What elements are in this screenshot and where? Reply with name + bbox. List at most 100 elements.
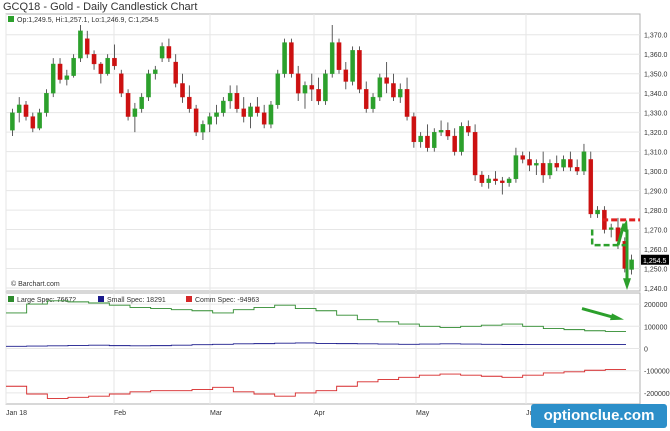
cot-legend-swatch — [8, 296, 14, 302]
candle-body — [241, 108, 247, 117]
candle-body — [581, 151, 587, 172]
watermark-badge: optionclue.com — [531, 404, 667, 428]
cot-legend-label: Comm Spec: -94963 — [195, 297, 259, 304]
candle-body — [336, 42, 342, 70]
cot-legend-swatch — [98, 296, 104, 302]
price-tick-label: 1,260.0 — [644, 247, 667, 254]
candle-body — [309, 85, 315, 90]
candle-body — [561, 159, 566, 168]
x-tick-label: Feb — [114, 410, 126, 417]
cot-tick-label: 200000 — [644, 302, 667, 309]
candle-body — [207, 116, 212, 125]
candle-body — [302, 85, 308, 94]
candle-body — [343, 69, 349, 82]
cot-legend-swatch — [186, 296, 192, 302]
price-tick-label: 1,300.0 — [644, 169, 667, 176]
price-tick-label: 1,360.0 — [644, 52, 667, 59]
candle-body — [214, 112, 219, 117]
candle-body — [540, 163, 546, 176]
candle-body — [608, 227, 614, 230]
cot-tick-label: 0 — [644, 347, 648, 354]
cot-tick-label: -200000 — [644, 391, 670, 398]
cot-tick-label: -100000 — [644, 369, 670, 376]
candle-body — [527, 159, 532, 166]
candle-body — [193, 108, 199, 133]
candle-body — [119, 73, 124, 94]
candle-body — [316, 89, 321, 102]
candle-body — [438, 130, 444, 133]
price-tick-label: 1,320.0 — [644, 130, 667, 137]
candle-body — [329, 42, 335, 74]
price-tick-label: 1,240.0 — [644, 286, 667, 293]
candle-body — [363, 89, 369, 109]
candle-body — [432, 131, 437, 148]
candle-body — [159, 46, 165, 59]
price-tick-label: 1,310.0 — [644, 150, 667, 157]
candle-body — [23, 104, 29, 117]
candle-body — [30, 116, 36, 129]
candle-body — [323, 73, 328, 102]
candle-body — [10, 112, 15, 131]
candle-body — [397, 89, 403, 98]
candle-body — [629, 259, 634, 270]
candle-body — [377, 77, 383, 98]
candle-body — [595, 209, 600, 215]
candle-body — [248, 106, 253, 117]
candle-body — [282, 42, 287, 74]
candle-body — [425, 135, 430, 148]
candle-body — [268, 104, 274, 125]
candle-body — [506, 178, 512, 183]
candle-body — [554, 163, 560, 168]
candle-body — [275, 73, 281, 106]
candle-body — [289, 42, 294, 74]
candle-body — [520, 155, 525, 160]
last-price-label: 1,254.5 — [643, 258, 666, 265]
chart-svg: 1,240.0 1,250.0 1,260.0 1,270.0 1,280.0 1,290… — [5, 13, 670, 417]
candle-body — [513, 155, 519, 180]
candle-body — [472, 131, 478, 176]
cot-tick-label: 100000 — [644, 324, 667, 331]
candle-body — [357, 50, 362, 90]
candle-body — [255, 106, 260, 113]
candle-body — [16, 104, 22, 113]
candle-body — [418, 135, 423, 143]
candle-body — [132, 108, 138, 117]
candle-body — [98, 63, 104, 74]
ohlc-legend-swatch — [8, 16, 14, 22]
candle-body — [384, 77, 389, 84]
candle-body — [173, 61, 178, 84]
candle-body — [146, 73, 151, 98]
cot-legend-label: Small Spec: 18291 — [107, 297, 166, 304]
candle-body — [112, 57, 117, 67]
candle-body — [57, 63, 63, 80]
candle-body — [391, 83, 396, 98]
candle-body — [125, 93, 131, 117]
candle-body — [574, 167, 580, 172]
candle-body — [411, 116, 417, 143]
price-tick-label: 1,340.0 — [644, 91, 667, 98]
price-tick-label: 1,330.0 — [644, 111, 667, 118]
x-tick-label: Apr — [314, 410, 326, 417]
price-tick-label: 1,350.0 — [644, 72, 667, 79]
price-tick-label: 1,370.0 — [644, 33, 667, 40]
candle-body — [84, 38, 90, 55]
price-tick-label: 1,280.0 — [644, 208, 667, 215]
candle-body — [78, 30, 83, 59]
price-tick-label: 1,290.0 — [644, 189, 667, 196]
candle-body — [466, 126, 471, 133]
candle-body — [50, 63, 56, 94]
candle-body — [452, 135, 457, 152]
candle-body — [91, 54, 97, 65]
candle-body — [534, 163, 539, 166]
candle-body — [370, 96, 376, 109]
candle-body — [404, 89, 410, 117]
candle-body — [445, 130, 451, 137]
candle-body — [486, 178, 491, 183]
candle-body — [459, 126, 464, 152]
candle-body — [166, 46, 172, 59]
ohlc-label: Op:1,249.5, Hi:1,257.1, Lo:1,246.9, C:1,… — [17, 17, 159, 24]
candle-body — [180, 83, 185, 98]
candle-body — [64, 75, 70, 80]
candle-body — [227, 93, 233, 102]
candle-body — [187, 96, 192, 109]
